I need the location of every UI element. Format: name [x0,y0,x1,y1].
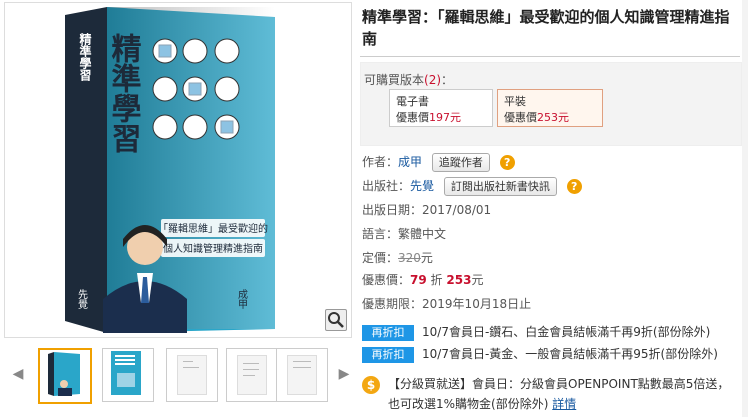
help-icon[interactable]: ? [499,155,515,170]
cover-tagline-line-2: 個人知識管理精進指南 [163,242,263,255]
thumbnail-4[interactable] [226,348,278,402]
author-row: 作者：成甲 追蹤作者 ? [362,152,515,172]
thumbnail-1[interactable] [38,348,92,404]
edition-price: 253元 [537,111,569,124]
publisher-row: 出版社：先覺 訂閱出版社新書快訊 ? [362,176,582,196]
cover-tagline-line-1: 「羅輯思維」最受歡迎的 [158,222,268,235]
sale-price-unit: 元 [471,273,484,287]
thumbnail-2[interactable] [102,348,154,402]
thumbnail-back-cover-image [111,351,141,395]
editions-count: (2) [424,73,442,87]
promotion-badge: 再折扣 [362,346,414,363]
publisher-link[interactable]: 先覺 [410,179,434,193]
page-scrollbar[interactable] [742,0,748,417]
sale-discount-unit: 折 [430,273,443,287]
editions-section: 可購買版本(2)： 電子書 優惠價197元 平裝 優惠價253元 [360,62,742,146]
help-icon[interactable]: ? [566,179,582,194]
deadline-value: 2019年10月18日止 [422,297,532,311]
promotion-badge: 再折扣 [362,324,414,341]
deadline-row: 優惠期限：2019年10月18日止 [362,294,531,314]
author-label: 作者： [362,155,399,169]
edition-price-label: 優惠價 [504,111,537,124]
list-price-row: 定價：320元 [362,248,433,268]
cover-spine-title: 精準學習 [78,32,92,82]
promotion-text: 10/7會員日-黃金、一般會員結帳滿千再95折(部份除外) [422,347,718,361]
promotion-text: 10/7會員日-鑽石、白金會員結帳滿千再9折(部份除外) [422,325,711,339]
editions-label: 可購買版本(2)： [364,71,453,88]
subscribe-publisher-button[interactable]: 訂閱出版社新書快訊 [443,177,557,196]
thumbnail-cover-image [48,352,80,396]
editions-label-text: 可購買版本 [364,73,425,87]
author-link[interactable]: 成甲 [398,155,422,169]
promotion-row-2: 再折扣 10/7會員日-黃金、一般會員結帳滿千再95折(部份除外) [362,344,718,364]
deadline-label: 優惠期限： [362,297,423,311]
product-gallery: 「羅輯思維」最受歡迎的 個人知識管理精進指南 精準學習 精準學習 先覺 成甲 ◀ [0,0,352,417]
thumbnail-next-arrow[interactable]: ▶ [338,362,350,386]
bonus-details-link[interactable]: 詳情 [552,397,576,411]
language-label: 語言： [362,227,399,241]
edition-paperback[interactable]: 平裝 優惠價253元 [497,89,603,127]
edition-ebook[interactable]: 電子書 優惠價197元 [389,89,493,127]
edition-price: 197元 [429,111,461,124]
divider [360,56,740,57]
coin-icon: $ [362,376,380,394]
sale-price: 253 [446,273,472,287]
thumbnail-5[interactable] [276,348,328,402]
language-value: 繁體中文 [398,227,447,241]
magnifier-icon [328,312,344,328]
thumbnail-3[interactable] [166,348,218,402]
follow-author-button[interactable]: 追蹤作者 [431,153,490,172]
list-price-label: 定價： [362,251,399,265]
product-title: 精準學習：「羅輯思維」最受歡迎的個人知識管理精進指南 [362,8,730,48]
cover-title: 精準學習 [106,33,142,153]
edition-price-label: 優惠價 [396,111,429,124]
pubdate-row: 出版日期：2017/08/01 [362,200,491,220]
book-cover-image[interactable]: 「羅輯思維」最受歡迎的 個人知識管理精進指南 精準學習 精準學習 先覺 成甲 [4,2,352,338]
product-details: 精準學習：「羅輯思維」最受歡迎的個人知識管理精進指南 可購買版本(2)： 電子書… [360,0,742,417]
pubdate-value: 2017/08/01 [422,203,492,217]
language-row: 語言：繁體中文 [362,224,446,244]
cover-publisher-mark: 先覺 [76,289,88,310]
edition-name: 電子書 [396,95,429,108]
pubdate-label: 出版日期： [362,203,423,217]
publisher-label: 出版社： [362,179,411,193]
promotion-row-1: 再折扣 10/7會員日-鑽石、白金會員結帳滿千再9折(部份除外) [362,322,710,342]
thumbnail-prev-arrow[interactable]: ◀ [12,362,24,386]
thumbnail-strip: ◀ ▶ [4,344,350,406]
cover-author-mark: 成甲 [236,289,248,310]
zoom-button[interactable] [325,309,347,331]
book-cover-illustration: 「羅輯思維」最受歡迎的 個人知識管理精進指南 精準學習 精準學習 先覺 成甲 [65,7,275,333]
editions-label-colon: ： [441,73,454,87]
list-price-value: 320 [398,251,421,265]
edition-name: 平裝 [504,95,526,108]
sale-price-label: 優惠價： [362,273,411,287]
bonus-offer: 【分級買就送】會員日：分級會員OPENPOINT點數最高5倍送，也可改選1%購物… [388,374,738,414]
list-price-unit: 元 [420,251,433,265]
sale-price-row: 優惠價：79 折 253元 [362,270,483,290]
sale-discount: 79 [410,273,427,287]
